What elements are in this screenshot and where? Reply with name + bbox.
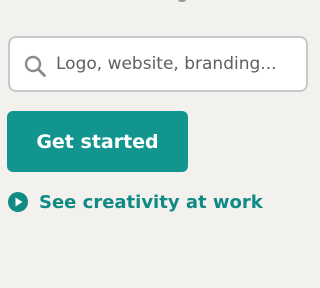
search-icon bbox=[24, 55, 46, 77]
search-box[interactable] bbox=[8, 36, 308, 92]
see-creativity-label: See creativity at work bbox=[39, 191, 263, 213]
see-creativity-link[interactable]: See creativity at work bbox=[7, 191, 263, 213]
get-started-button[interactable]: Get started bbox=[7, 111, 188, 172]
page: Get started See creativity at work bbox=[0, 0, 308, 288]
play-circle-icon bbox=[8, 192, 28, 212]
cropped-element bbox=[178, 0, 186, 2]
search-input[interactable] bbox=[56, 38, 306, 90]
